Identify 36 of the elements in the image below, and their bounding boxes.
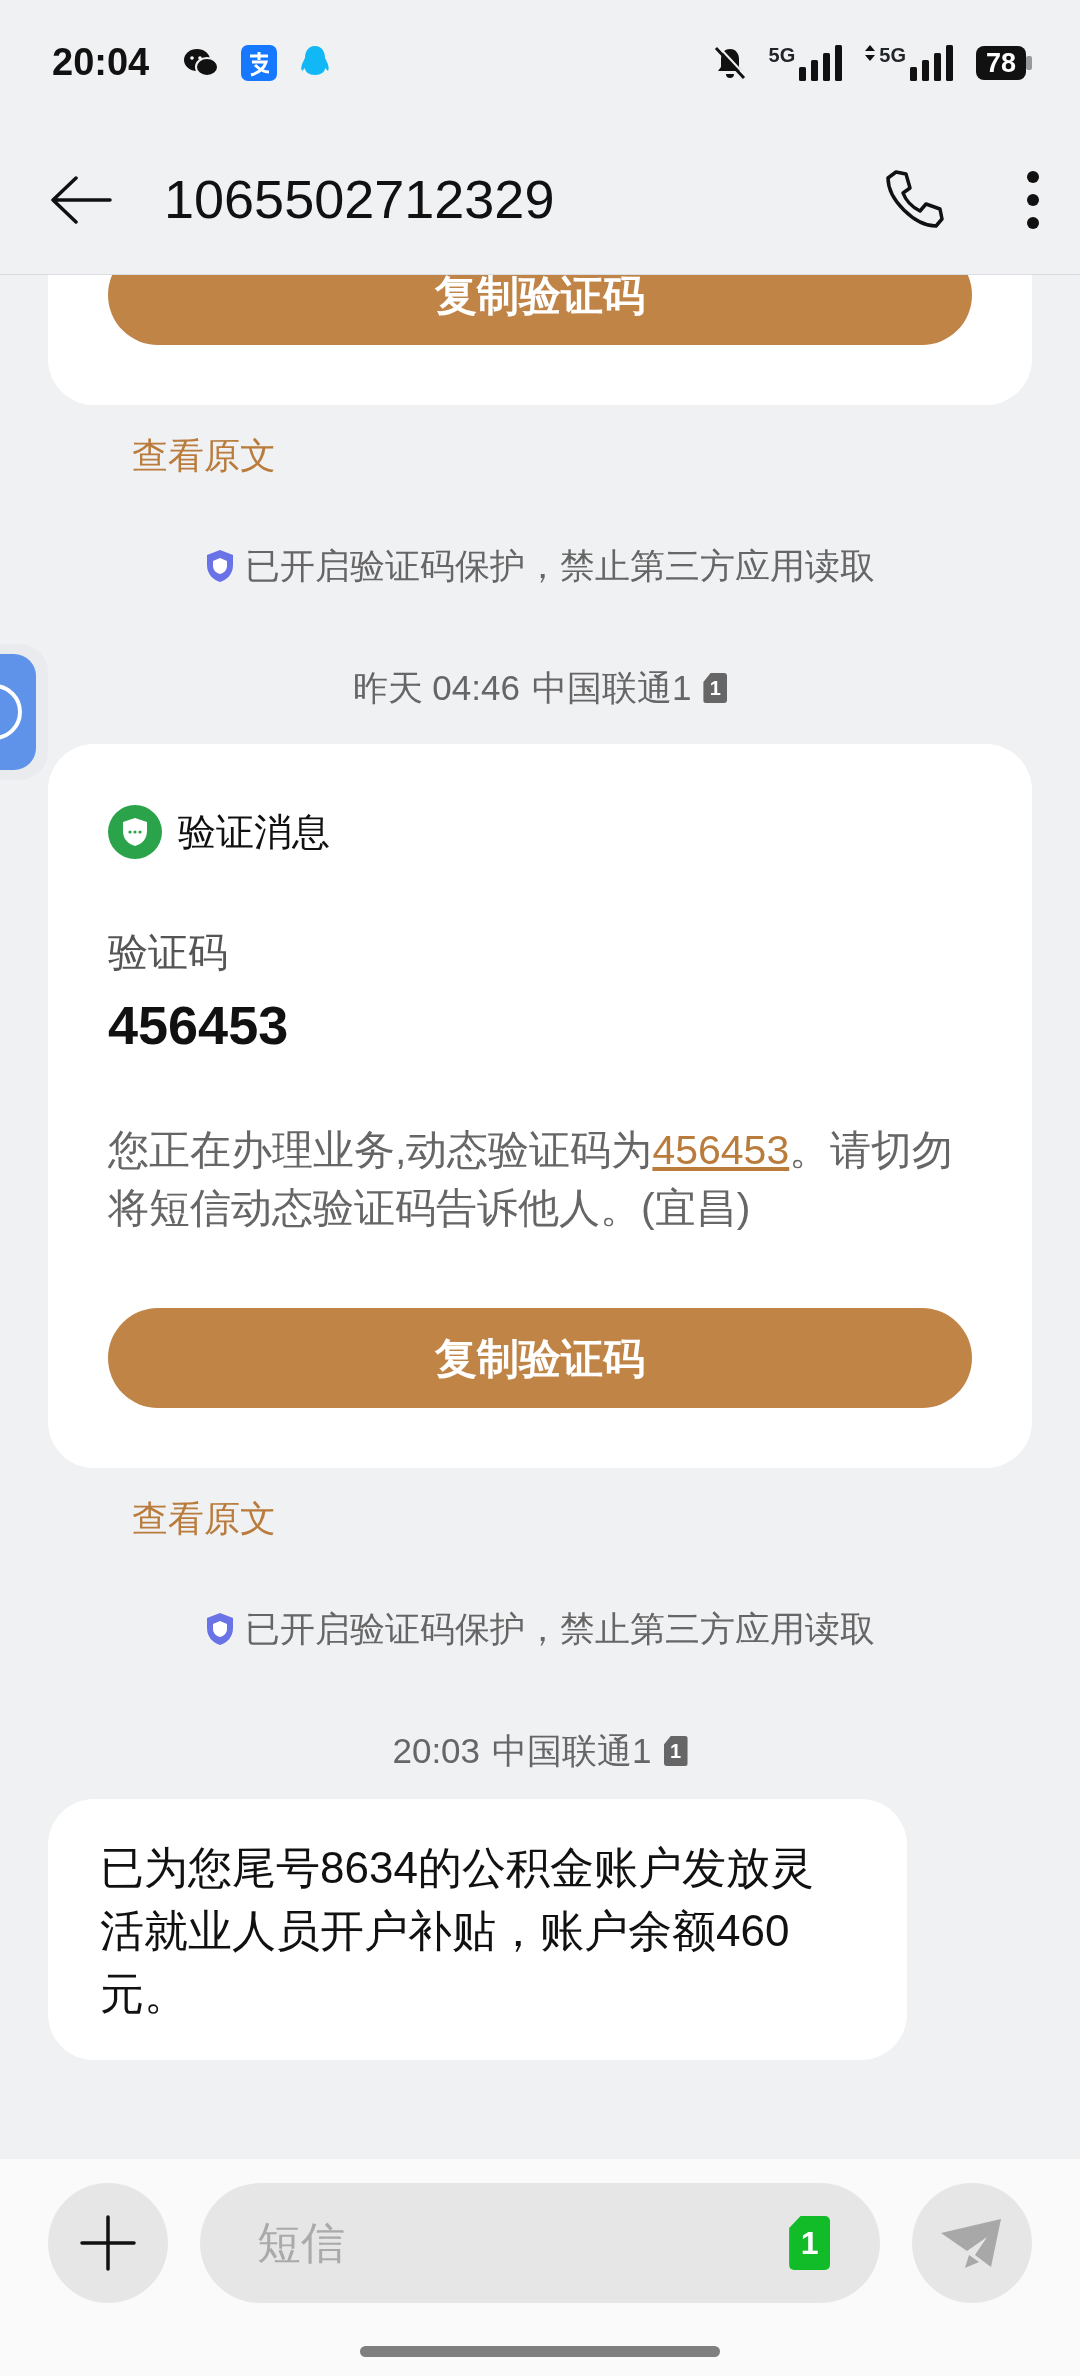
signal-icon	[799, 44, 844, 81]
battery-tip-icon	[1026, 55, 1032, 70]
message-time: 昨天 04:46	[352, 667, 520, 709]
battery-level: 78	[975, 45, 1026, 80]
protection-notice: 已开启验证码保护，禁止第三方应用读取	[245, 1608, 875, 1650]
sim-badge: 1	[703, 673, 728, 703]
code-link[interactable]: 456453	[652, 1127, 790, 1173]
more-options-icon[interactable]	[1026, 169, 1040, 230]
message-time: 20:03	[392, 1730, 481, 1772]
message-input-field[interactable]: 短信 1	[200, 2183, 880, 2303]
sim-badge[interactable]: 1	[789, 2216, 830, 2270]
signal-icon	[909, 44, 954, 81]
copy-code-button[interactable]: 复制验证码	[108, 1308, 972, 1408]
code-label: 验证码	[108, 929, 229, 976]
card-title: 验证消息	[178, 809, 330, 855]
network-label: 5G	[879, 44, 906, 65]
contact-number: 1065502712329	[164, 168, 556, 231]
sim-badge: 1	[663, 1736, 688, 1766]
back-arrow-icon[interactable]	[50, 175, 112, 224]
payment-app-icon	[241, 44, 278, 81]
message-shield-icon	[108, 805, 162, 859]
message-bubble: 已为您尾号8634的公积金账户发放灵活就业人员开户补贴，账户余额460元。	[48, 1799, 907, 2060]
status-time: 20:04	[52, 40, 150, 85]
view-original-link[interactable]: 查看原文	[132, 435, 276, 477]
verification-code: 456453	[108, 994, 290, 1057]
message-text: 您正在办理业务,动态验证码为456453。请切勿将短信动态验证码告诉他人。(宜昌)	[108, 1126, 955, 1233]
carrier-name: 中国联通1	[492, 1730, 652, 1772]
shield-icon	[205, 549, 235, 583]
plus-icon	[80, 2215, 136, 2271]
shield-icon	[205, 1612, 235, 1646]
protection-notice: 已开启验证码保护，禁止第三方应用读取	[245, 545, 875, 587]
data-arrows-icon	[865, 44, 876, 61]
bell-muted-icon	[712, 44, 747, 81]
network-label: 5G	[768, 44, 796, 65]
view-original-link[interactable]: 查看原文	[132, 1498, 276, 1540]
carrier-name: 中国联通1	[531, 667, 692, 709]
